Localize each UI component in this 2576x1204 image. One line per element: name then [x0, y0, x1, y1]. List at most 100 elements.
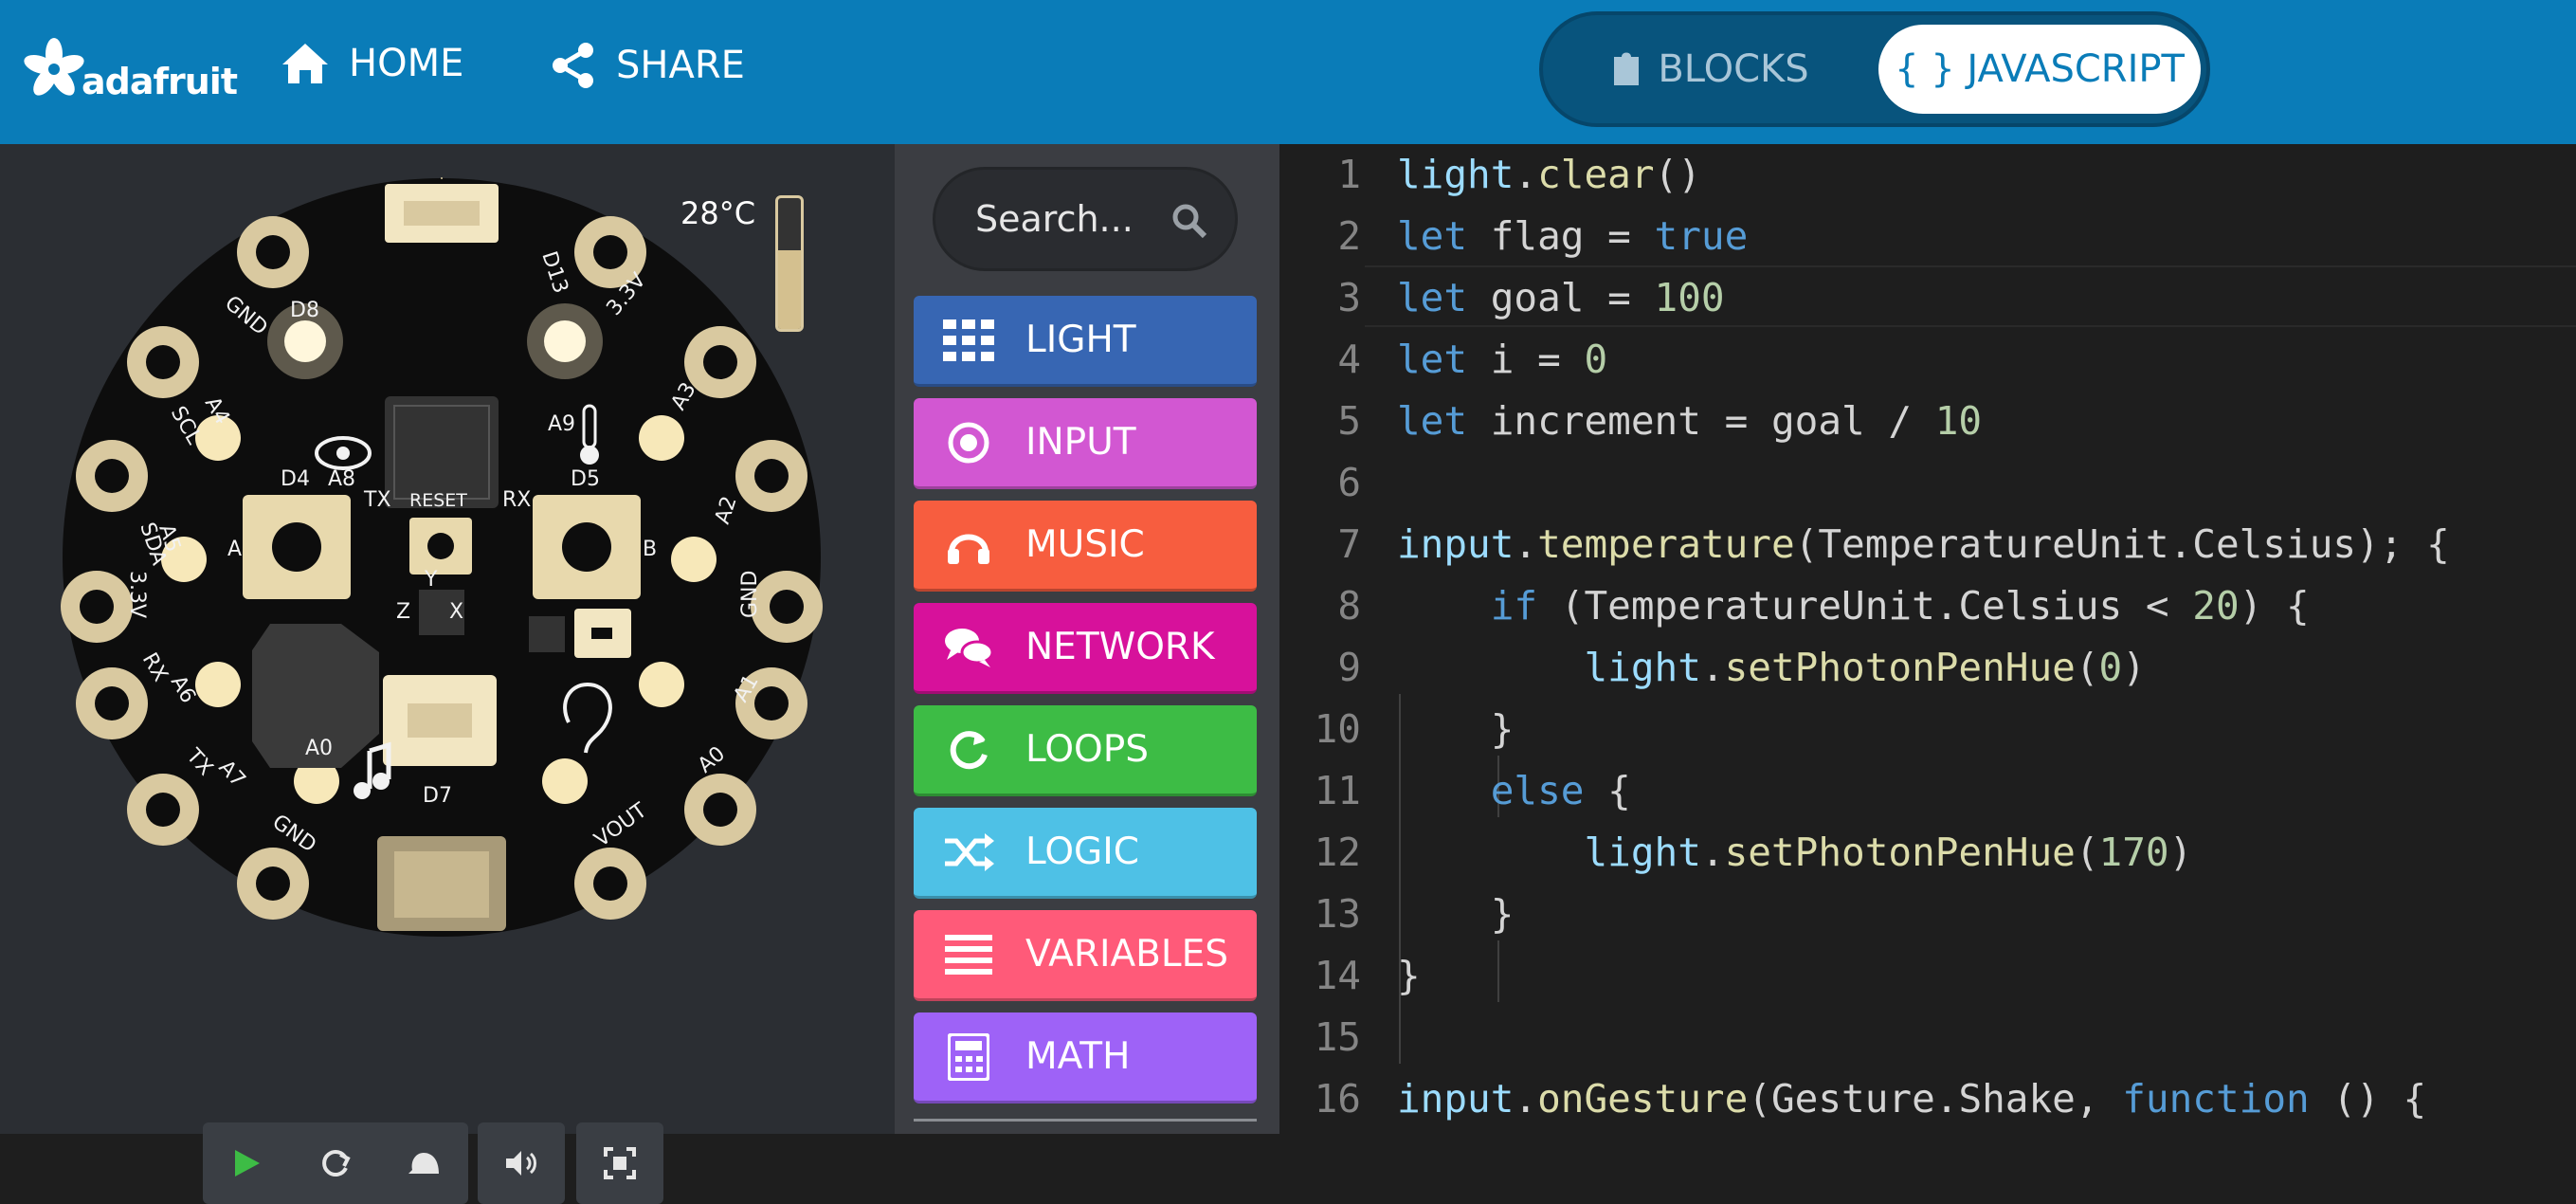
- code-line[interactable]: 7 input.temperature(TemperatureUnit.Celsi…: [1279, 514, 2576, 575]
- home-label: HOME: [349, 42, 464, 85]
- home-button[interactable]: HOME: [281, 42, 463, 85]
- code-text: }: [1397, 706, 1515, 752]
- label-tx: TX: [363, 488, 391, 512]
- search-box[interactable]: [933, 167, 1238, 271]
- play-button[interactable]: [209, 1125, 285, 1201]
- code-line[interactable]: 10 }: [1279, 699, 2576, 760]
- simulator-controls: [203, 1122, 468, 1204]
- fullscreen-control: [576, 1122, 663, 1204]
- category-light[interactable]: LIGHT: [914, 296, 1257, 387]
- adafruit-flower-icon: [24, 38, 84, 96]
- category-loops-label: LOOPS: [1025, 728, 1150, 771]
- home-icon: [282, 44, 328, 83]
- search-icon[interactable]: [1170, 202, 1208, 240]
- category-network[interactable]: NETWORK: [914, 603, 1257, 694]
- label-btn-a: A: [227, 538, 242, 561]
- line-number: 6: [1337, 460, 1361, 505]
- sound-control: [478, 1122, 565, 1204]
- code-line[interactable]: 1 light.clear(): [1279, 144, 2576, 206]
- code-line[interactable]: 8 if (TemperatureUnit.Celsius < 20) {: [1279, 575, 2576, 637]
- editor-mode-toggle: BLOCKS { } JAVASCRIPT: [1539, 11, 2210, 127]
- share-icon: [553, 43, 593, 88]
- code-text: }: [1397, 891, 1515, 937]
- code-line[interactable]: 14}: [1279, 945, 2576, 1007]
- circuit-playground-board[interactable]: D13 D8 GND 3.3V SCL A4 SDA A5 A3 A2 A9 A…: [57, 173, 826, 942]
- category-variables-label: VARIABLES: [1025, 933, 1229, 976]
- code-text: else {: [1490, 768, 1631, 813]
- code-line[interactable]: 4 let i = 0: [1279, 329, 2576, 391]
- line-number: 2: [1337, 213, 1361, 259]
- code-text: if (TemperatureUnit.Celsius < 20) {: [1490, 583, 2310, 629]
- toolbox-divider: [914, 1119, 1257, 1122]
- share-label: SHARE: [616, 44, 745, 87]
- label-rx: RX: [502, 488, 531, 512]
- refresh-icon: [942, 723, 995, 776]
- line-number: 8: [1337, 583, 1361, 629]
- adafruit-logo[interactable]: adafruit: [21, 36, 238, 102]
- grid-icon: [942, 314, 995, 367]
- code-line[interactable]: 6: [1279, 452, 2576, 514]
- code-line[interactable]: 2 let flag = true: [1279, 206, 2576, 267]
- code-line[interactable]: 13 }: [1279, 884, 2576, 945]
- puzzle-icon: [1614, 52, 1640, 85]
- blocks-tab[interactable]: BLOCKS: [1556, 25, 1865, 114]
- line-number: 16: [1314, 1076, 1361, 1122]
- search-input[interactable]: [973, 197, 1176, 241]
- code-line[interactable]: 5 let increment = goal / 10: [1279, 391, 2576, 452]
- fullscreen-icon: [604, 1147, 636, 1179]
- label-a8: A8: [328, 467, 355, 491]
- label-d4: D4: [281, 467, 310, 491]
- label-gnd-right: GND: [738, 571, 762, 618]
- label-axis-y: Y: [424, 568, 438, 592]
- label-btn-b: B: [643, 538, 657, 561]
- javascript-tab[interactable]: { } JAVASCRIPT: [1878, 25, 2201, 114]
- label-d7: D7: [423, 784, 452, 808]
- code-line[interactable]: 9 light.setPhotonPenHue(0): [1279, 637, 2576, 699]
- category-music-label: MUSIC: [1025, 523, 1145, 566]
- code-text: light.setPhotonPenHue(0): [1584, 645, 2146, 690]
- category-logic[interactable]: LOGIC: [914, 808, 1257, 899]
- javascript-label: { } JAVASCRIPT: [1895, 47, 2185, 91]
- code-text: input.temperature(TemperatureUnit.Celsiu…: [1397, 521, 2450, 567]
- category-math[interactable]: MATH: [914, 1012, 1257, 1104]
- category-input-label: INPUT: [1025, 421, 1136, 464]
- code-editor[interactable]: 1 light.clear() 2 let flag = true 3 let goa…: [1279, 144, 2576, 1134]
- line-number: 9: [1337, 645, 1361, 690]
- line-number: 12: [1314, 830, 1361, 875]
- toolbox-panel: LIGHT INPUT MUSIC NETWORK LOOPS LOGIC: [895, 144, 1279, 1134]
- logo-text: adafruit: [82, 61, 238, 102]
- line-number: 7: [1337, 521, 1361, 567]
- label-a9: A9: [548, 412, 575, 436]
- code-line[interactable]: 15: [1279, 1007, 2576, 1068]
- code-line[interactable]: 3 let goal = 100: [1279, 267, 2576, 329]
- line-number: 13: [1314, 891, 1361, 937]
- line-number: 15: [1314, 1014, 1361, 1060]
- slow-mo-button[interactable]: [386, 1125, 462, 1201]
- category-loops[interactable]: LOOPS: [914, 705, 1257, 796]
- code-text: light.setPhotonPenHue(170): [1584, 830, 2193, 875]
- code-line[interactable]: 16 input.onGesture(Gesture.Shake, functio…: [1279, 1068, 2576, 1130]
- calculator-icon: [942, 1031, 995, 1084]
- sound-button[interactable]: [483, 1125, 559, 1201]
- code-line[interactable]: 11 else {: [1279, 760, 2576, 822]
- code-line[interactable]: 12 light.setPhotonPenHue(170): [1279, 822, 2576, 884]
- sound-icon: [506, 1151, 536, 1176]
- line-number: 4: [1337, 337, 1361, 382]
- play-icon: [234, 1150, 260, 1177]
- line-number: 10: [1314, 706, 1361, 752]
- temperature-slider[interactable]: [775, 195, 804, 332]
- restart-button[interactable]: [298, 1125, 373, 1201]
- restart-icon: [322, 1150, 351, 1177]
- fullscreen-button[interactable]: [582, 1125, 658, 1201]
- lines-icon: [942, 928, 995, 981]
- code-text: let flag = true: [1397, 213, 1749, 259]
- category-music[interactable]: MUSIC: [914, 501, 1257, 592]
- category-input[interactable]: INPUT: [914, 398, 1257, 489]
- code-text: }: [1397, 953, 1421, 998]
- category-variables[interactable]: VARIABLES: [914, 910, 1257, 1001]
- label-a0: A0: [305, 737, 333, 760]
- line-number: 3: [1337, 275, 1361, 320]
- line-number: 1: [1337, 152, 1361, 197]
- temperature-label: 28°C: [680, 195, 756, 231]
- share-button[interactable]: SHARE: [550, 42, 745, 89]
